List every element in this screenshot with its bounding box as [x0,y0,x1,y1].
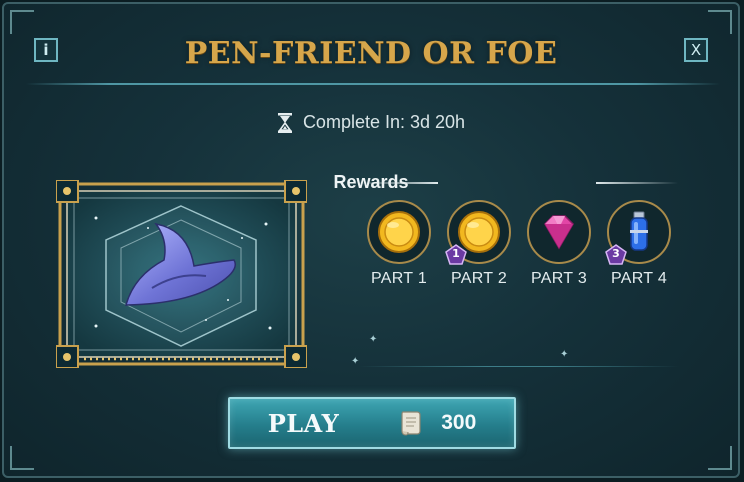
rewards-divider-right [596,182,678,184]
corner-ornament [708,446,732,470]
play-button[interactable]: PLAY 300 [228,397,516,449]
reward-slot [367,200,431,264]
gold-coin-icon [378,211,420,253]
reward-part-1[interactable]: PART 1 [364,200,434,288]
reward-badge-count: 1 [452,247,460,260]
scroll-icon [401,411,421,436]
rewards-bottom-divider [359,366,679,367]
reward-part-4[interactable]: 3 PART 4 [604,200,674,288]
dialog-title: PEN-FRIEND OR FOE [184,36,558,71]
event-dialog: i PEN-FRIEND OR FOE X Complete In: 3d 20… [2,2,740,478]
play-cost: 300 [441,411,477,434]
reward-part-2[interactable]: 1 PART 2 [444,200,514,288]
title-divider [26,83,720,85]
reward-slot: 3 [605,200,671,265]
reward-slot: 1 [445,200,511,265]
corner-ornament [708,10,732,34]
close-button[interactable]: X [684,38,708,62]
sparkle-decoration: ✦ [369,334,378,345]
pink-gem-icon [544,215,574,250]
hourglass-icon [277,112,292,133]
sparkle-decoration: ✦ [560,349,569,360]
play-label: PLAY [267,408,340,438]
reward-slot [527,200,591,264]
reward-label: PART 3 [530,270,588,287]
corner-ornament [10,10,34,34]
reward-label: PART 4 [610,270,668,287]
corner-ornament [10,446,34,470]
timer-text: Complete In: 3d 20h [302,112,466,132]
timer-row: Complete In: 3d 20h [4,112,738,133]
featured-item-frame[interactable] [56,180,307,368]
reward-badge-count: 3 [612,247,620,260]
rewards-divider-left [356,182,438,184]
reward-part-3[interactable]: PART 3 [524,200,594,288]
reward-label: PART 2 [450,270,508,287]
reward-label: PART 1 [370,270,428,287]
